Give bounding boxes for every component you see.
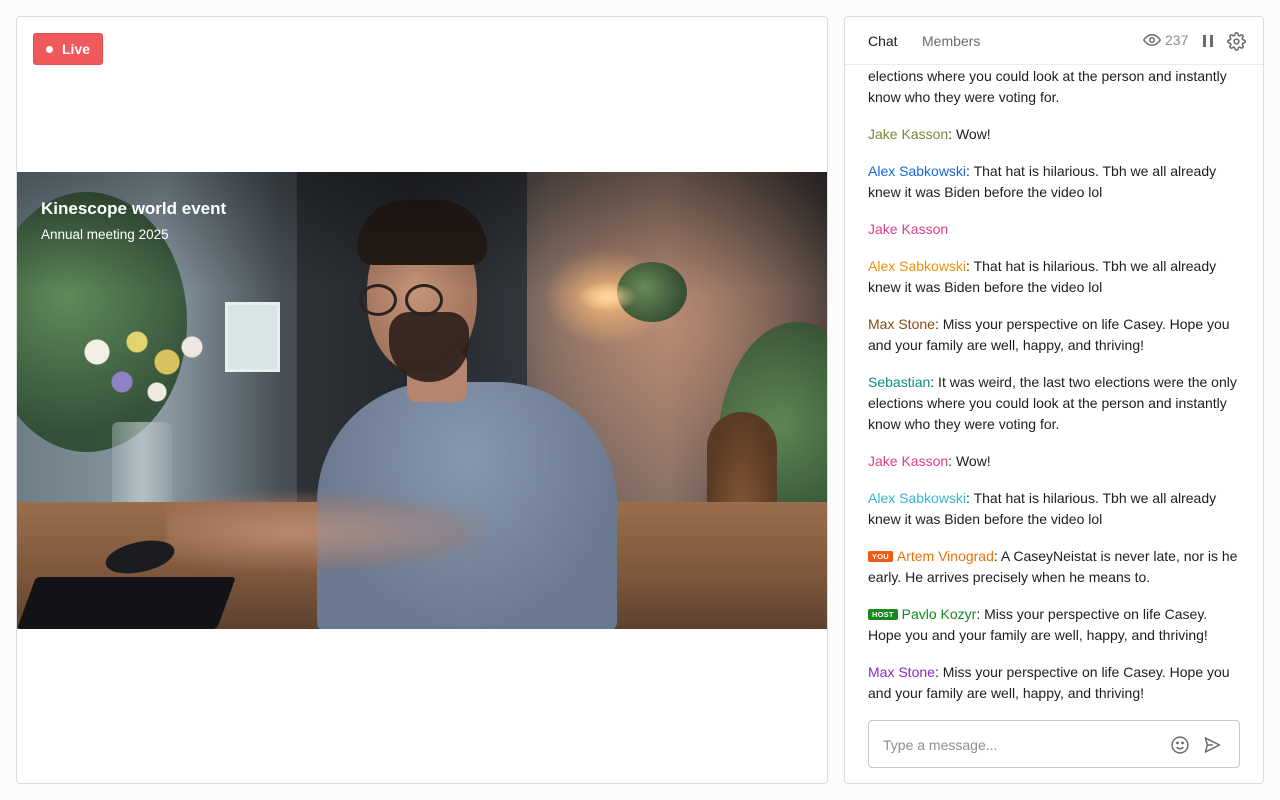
host-badge: HOST [868,609,898,620]
message-text: : Wow! [948,453,991,469]
chat-message: Jake Kasson [868,219,1238,240]
message-author[interactable]: Jake Kasson [868,453,948,469]
video-player-panel: Live Kinescope world event Annual meetin… [16,16,828,784]
message-author[interactable]: Jake Kasson [868,126,948,142]
chat-message: HOST Pavlo Kozyr: Miss your perspective o… [868,604,1238,646]
video-title: Kinescope world event [41,199,227,218]
chat-message: Max Stone: Miss your perspective on life… [868,314,1238,356]
message-input[interactable] [883,734,1153,756]
message-author[interactable]: Jake Kasson [868,221,948,237]
chat-message: Jake Kasson: Wow! [868,451,1238,472]
chat-message: Alex Sabkowski: That hat is hilarious. T… [868,256,1238,298]
chat-message: YOU Artem Vinograd: A CaseyNeistat is nev… [868,546,1238,588]
live-badge: Live [33,33,104,65]
live-dot-icon [46,45,53,53]
you-badge: YOU [868,551,893,562]
gear-icon[interactable] [1225,30,1247,52]
viewer-count-value: 237 [1165,32,1189,48]
eye-icon [1143,31,1161,49]
pause-icon[interactable] [1197,30,1219,52]
message-author[interactable]: Alex Sabkowski [868,163,966,179]
chat-header: Chat Members 237 [845,17,1263,65]
message-text: elections where you could look at the pe… [868,68,1227,105]
message-author[interactable]: Max Stone [868,316,935,332]
message-author[interactable]: Alex Sabkowski [868,258,966,274]
message-list[interactable]: elections where you could look at the pe… [868,65,1248,721]
chat-message: Max Stone: Miss your perspective on life… [868,662,1238,704]
chat-message: Jake Kasson: Wow! [868,124,1238,145]
message-composer [868,720,1240,768]
message-author[interactable]: Sebastian [868,374,930,390]
chat-message: Alex Sabkowski: That hat is hilarious. T… [868,161,1238,203]
emoji-icon[interactable] [1169,734,1191,756]
message-author[interactable]: Max Stone [868,664,935,680]
message-author[interactable]: Alex Sabkowski [868,490,966,506]
chat-message: Alex Sabkowski: That hat is hilarious. T… [868,488,1238,530]
message-author[interactable]: Artem Vinograd [897,548,994,564]
chat-panel: Chat Members 237 elections where you cou… [844,16,1264,784]
send-icon[interactable] [1201,734,1223,756]
chat-message: Sebastian: It was weird, the last two el… [868,372,1238,435]
tab-chat[interactable]: Chat [868,33,898,49]
tab-members[interactable]: Members [922,33,980,49]
viewer-count: 237 [1143,31,1188,49]
live-label: Live [62,41,91,57]
video-subtitle: Annual meeting 2025 [41,227,169,242]
chat-message: elections where you could look at the pe… [868,66,1238,108]
video-frame[interactable]: Kinescope world event Annual meeting 202… [17,172,827,629]
message-text: : Wow! [948,126,991,142]
message-author[interactable]: Pavlo Kozyr [902,606,977,622]
